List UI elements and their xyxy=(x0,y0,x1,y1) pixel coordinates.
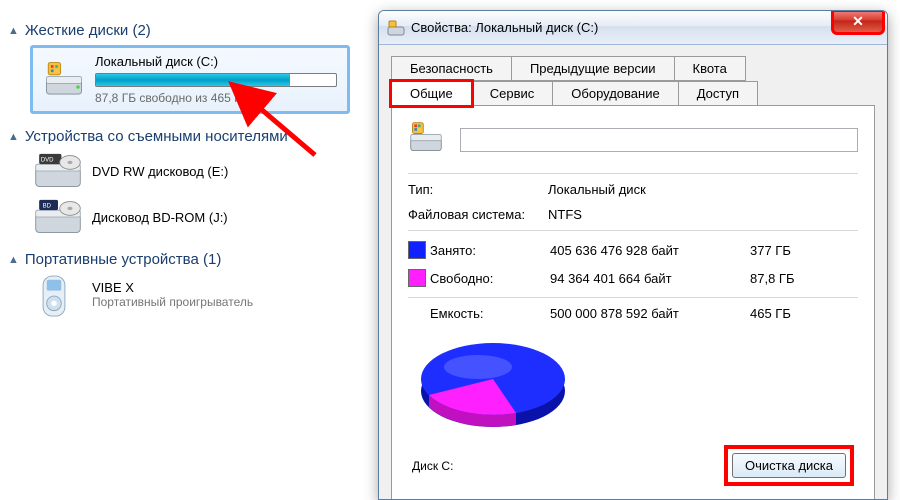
titlebar[interactable]: Свойства: Локальный диск (C:) ✕ xyxy=(379,11,887,45)
drive-name: Локальный диск (C:) xyxy=(95,54,337,69)
divider xyxy=(408,230,858,231)
svg-text:DVD: DVD xyxy=(41,158,54,164)
tab-general[interactable]: Общие xyxy=(391,81,472,106)
section-label: Жесткие диски (2) xyxy=(25,22,151,39)
tab-security[interactable]: Безопасность xyxy=(391,56,512,81)
used-label: Занято: xyxy=(430,243,550,258)
close-icon: ✕ xyxy=(852,13,864,30)
disk-cleanup-button[interactable]: Очистка диска xyxy=(732,453,846,478)
hard-drive-icon xyxy=(408,120,444,159)
device-bd-rom[interactable]: BD Дисковод BD-ROM (J:) xyxy=(34,197,380,237)
capacity-label: Емкость: xyxy=(430,306,550,321)
properties-dialog: Свойства: Локальный диск (C:) ✕ Безопасн… xyxy=(378,10,888,500)
capacity-bytes: 500 000 878 592 байт xyxy=(550,306,750,321)
volume-name-input[interactable] xyxy=(460,128,858,152)
hard-drive-icon xyxy=(43,59,85,101)
explorer-panel: ▲ Жесткие диски (2) Локальный диск (C:) … xyxy=(0,0,380,320)
section-removable[interactable]: ▲ Устройства со съемными носителями xyxy=(8,128,380,145)
collapse-icon: ▲ xyxy=(8,131,19,143)
svg-text:BD: BD xyxy=(43,204,52,210)
device-dvd-rw[interactable]: DVD DVD RW дисковод (E:) xyxy=(34,151,380,191)
capacity-bar-fill xyxy=(96,74,290,86)
section-portable[interactable]: ▲ Портативные устройства (1) xyxy=(8,251,380,268)
disk-label: Диск C: xyxy=(412,459,453,473)
drive-local-c[interactable]: Локальный диск (C:) 87,8 ГБ свободно из … xyxy=(30,45,350,114)
bd-drive-icon: BD xyxy=(34,197,82,237)
free-gb: 87,8 ГБ xyxy=(750,271,820,286)
free-swatch xyxy=(408,269,426,287)
filesystem-label: Файловая система: xyxy=(408,207,548,222)
device-label: Дисковод BD-ROM (J:) xyxy=(92,210,228,225)
collapse-icon: ▲ xyxy=(8,25,19,37)
hard-drive-icon xyxy=(387,19,405,37)
section-label: Портативные устройства (1) xyxy=(25,251,221,268)
device-vibe-x[interactable]: VIBE X Портативный проигрыватель xyxy=(34,274,380,314)
tab-quota[interactable]: Квота xyxy=(674,56,746,81)
mp3-player-icon xyxy=(34,274,82,314)
dialog-title: Свойства: Локальный диск (C:) xyxy=(411,20,598,35)
filesystem-value: NTFS xyxy=(548,207,858,222)
used-swatch xyxy=(408,241,426,259)
tab-hardware[interactable]: Оборудование xyxy=(552,81,678,106)
free-label: Свободно: xyxy=(430,271,550,286)
tab-sharing[interactable]: Доступ xyxy=(678,81,758,106)
divider xyxy=(408,297,858,298)
section-label: Устройства со съемными носителями xyxy=(25,128,288,145)
section-hard-drives[interactable]: ▲ Жесткие диски (2) xyxy=(8,22,380,39)
type-label: Тип: xyxy=(408,182,548,197)
dvd-drive-icon: DVD xyxy=(34,151,82,191)
free-bytes: 94 364 401 664 байт xyxy=(550,271,750,286)
usage-pie-chart xyxy=(408,329,578,439)
collapse-icon: ▲ xyxy=(8,254,19,266)
divider xyxy=(408,173,858,174)
drive-free-text: 87,8 ГБ свободно из 465 ГБ xyxy=(95,91,337,105)
tab-previous-versions[interactable]: Предыдущие версии xyxy=(511,56,675,81)
tab-row-2: Общие Сервис Оборудование Доступ xyxy=(391,80,875,105)
used-bytes: 405 636 476 928 байт xyxy=(550,243,750,258)
used-gb: 377 ГБ xyxy=(750,243,820,258)
cleanup-highlight: Очистка диска xyxy=(724,445,854,486)
device-sublabel: Портативный проигрыватель xyxy=(92,295,253,309)
device-label: DVD RW дисковод (E:) xyxy=(92,164,228,179)
tab-general-page: Тип: Локальный диск Файловая система: NT… xyxy=(391,105,875,500)
capacity-gb: 465 ГБ xyxy=(750,306,820,321)
close-button[interactable]: ✕ xyxy=(833,11,883,33)
capacity-bar xyxy=(95,73,337,87)
tab-row-1: Безопасность Предыдущие версии Квота xyxy=(391,55,875,80)
device-label: VIBE X xyxy=(92,280,253,295)
type-value: Локальный диск xyxy=(548,182,858,197)
tab-tools[interactable]: Сервис xyxy=(471,81,554,106)
